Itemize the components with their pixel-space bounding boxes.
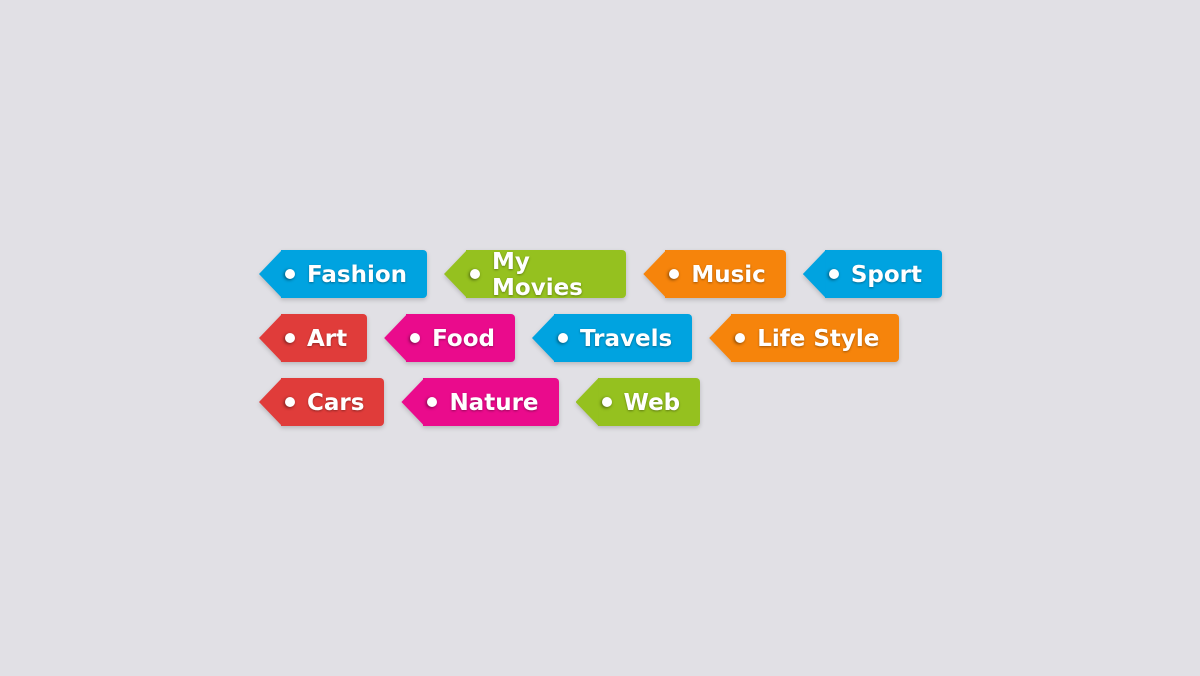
tag-hole-icon <box>828 269 839 279</box>
tag-hole-icon <box>601 397 612 407</box>
tag-arrow <box>259 314 282 362</box>
tag-row: Cars Nature Web <box>259 378 959 426</box>
tag-arrow <box>643 250 667 298</box>
tag-label: My Movies <box>492 249 583 301</box>
tag-hole-icon <box>285 269 295 279</box>
tag-label: Nature <box>449 390 539 416</box>
tag-label: Music <box>691 262 766 288</box>
tag-row: Art Food Travels Life Style <box>259 314 959 362</box>
tag-arrow <box>384 314 408 362</box>
tag-arrow <box>709 314 733 362</box>
tag-food[interactable]: Food <box>384 314 515 362</box>
tag-label: Travels <box>580 326 673 352</box>
tag-nature[interactable]: Nature <box>401 378 559 426</box>
tag-label: Art <box>307 326 348 352</box>
tag-hole-icon <box>558 333 568 343</box>
tag-sport[interactable]: Sport <box>802 250 942 298</box>
tag-fashion[interactable]: Fashion <box>259 250 428 298</box>
tag-music[interactable]: Music <box>643 250 786 298</box>
tag-arrow <box>802 250 826 298</box>
tag-hole-icon <box>470 269 481 279</box>
tag-arrow <box>575 378 599 426</box>
tag-arrow <box>401 378 425 426</box>
tag-row: Fashion My Movies Music Sport <box>259 249 959 301</box>
tag-hole-icon <box>285 397 295 407</box>
tag-art[interactable]: Art <box>259 314 368 362</box>
tag-arrow <box>259 378 282 426</box>
tag-hole-icon <box>285 333 295 343</box>
tag-label: Sport <box>850 262 922 288</box>
tag-arrow <box>444 250 468 298</box>
tag-label: Food <box>432 326 495 352</box>
tag-cars[interactable]: Cars <box>259 378 385 426</box>
tag-label: Web <box>623 390 681 416</box>
tag-label: Life Style <box>757 326 880 352</box>
tag-arrow <box>259 250 282 298</box>
tag-web[interactable]: Web <box>575 378 701 426</box>
tag-life-style[interactable]: Life Style <box>709 314 900 362</box>
tag-label: Fashion <box>307 262 408 288</box>
tag-label: Cars <box>307 390 365 416</box>
tag-arrow <box>532 314 555 362</box>
tag-travels[interactable]: Travels <box>532 314 693 362</box>
tag-cloud: Fashion My Movies Music Sport Art Food T… <box>259 249 959 442</box>
tag-my-movies[interactable]: My Movies <box>444 249 627 301</box>
